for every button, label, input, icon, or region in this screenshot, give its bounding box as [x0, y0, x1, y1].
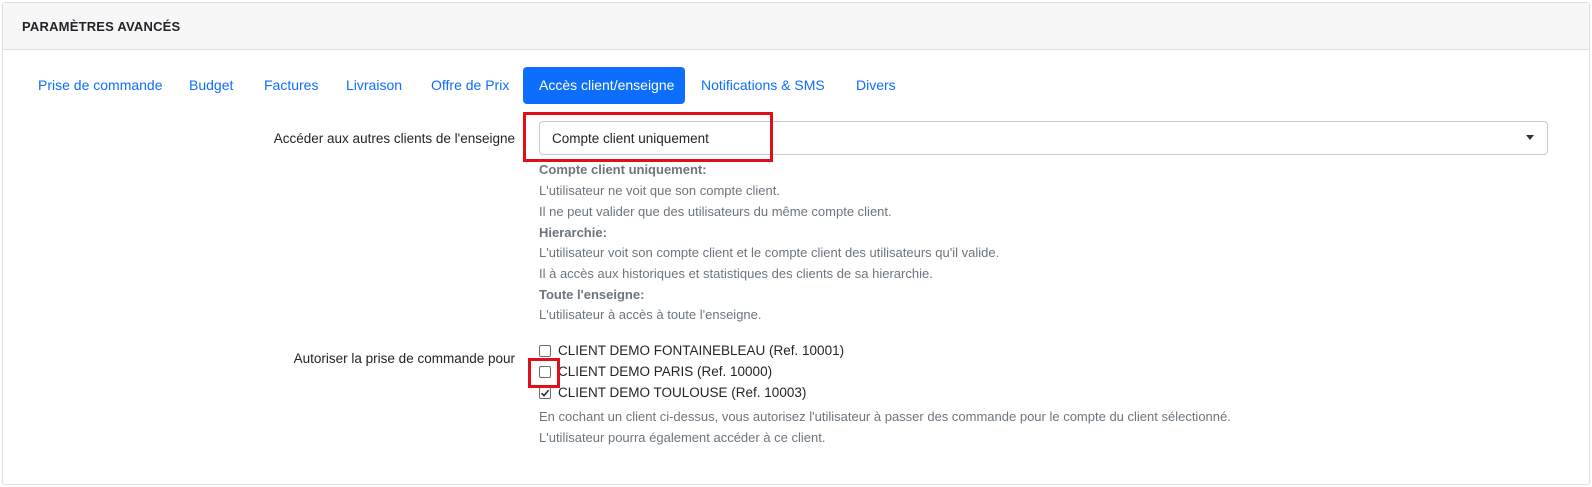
- access-select-value: Compte client uniquement: [552, 131, 709, 146]
- help-text: L'utilisateur voit son compte client et …: [539, 245, 1000, 260]
- orders-help-text: En cochant un client ci-dessus, vous aut…: [539, 409, 1231, 424]
- help-text: L'utilisateur ne voit que son compte cli…: [539, 183, 780, 198]
- help-heading-enseigne: Toute l'enseigne:: [539, 287, 645, 302]
- tab-budget[interactable]: Budget: [173, 67, 249, 104]
- tab-divers[interactable]: Divers: [840, 67, 912, 104]
- help-text: Il à accès aux historiques et statistiqu…: [539, 266, 933, 281]
- client-checkbox[interactable]: [539, 387, 551, 399]
- tab-prise-de-commande[interactable]: Prise de commande: [22, 67, 179, 104]
- access-label: Accéder aux autres clients de l'enseigne: [273, 131, 515, 146]
- orders-label: Autoriser la prise de commande pour: [293, 351, 515, 366]
- help-heading-compte: Compte client uniquement:: [539, 162, 707, 177]
- access-select[interactable]: Compte client uniquement: [539, 121, 1548, 155]
- checkmark-icon: [540, 389, 550, 397]
- chevron-down-icon: [1526, 135, 1534, 140]
- help-heading-hierarchie: Hierarchie:: [539, 225, 607, 240]
- client-label: CLIENT DEMO TOULOUSE (Ref. 10003): [558, 385, 807, 400]
- card-title: PARAMÈTRES AVANCÉS: [22, 19, 181, 34]
- card-header: PARAMÈTRES AVANCÉS: [3, 3, 1589, 50]
- help-text: L'utilisateur à accès à toute l'enseigne…: [539, 307, 762, 322]
- help-text: Il ne peut valider que des utilisateurs …: [539, 204, 892, 219]
- orders-help-text: L'utilisateur pourra également accéder à…: [539, 430, 826, 445]
- tab-notifications-sms[interactable]: Notifications & SMS: [685, 67, 841, 104]
- client-label: CLIENT DEMO PARIS (Ref. 10000): [558, 364, 773, 379]
- client-checkbox[interactable]: [539, 366, 551, 378]
- client-checkbox[interactable]: [539, 345, 551, 357]
- tab-factures[interactable]: Factures: [248, 67, 334, 104]
- tab-livraison[interactable]: Livraison: [330, 67, 418, 104]
- tab-offre-de-prix[interactable]: Offre de Prix: [415, 67, 525, 104]
- tab-acces-client-enseigne[interactable]: Accès client/enseigne: [523, 67, 685, 104]
- client-label: CLIENT DEMO FONTAINEBLEAU (Ref. 10001): [558, 343, 845, 358]
